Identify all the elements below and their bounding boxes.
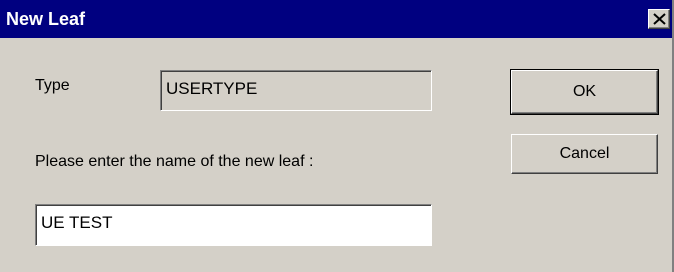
leaf-name-input[interactable]: UE TEST (35, 204, 432, 246)
type-field: USERTYPE (160, 70, 432, 111)
ok-button-label: OK (572, 83, 597, 100)
close-button[interactable] (648, 9, 670, 29)
ok-button[interactable]: OK (510, 69, 659, 115)
close-icon (653, 13, 666, 25)
dialog-title: New Leaf (6, 9, 86, 29)
cancel-button-label: Cancel (559, 145, 610, 162)
leaf-name-value: UE TEST (41, 213, 113, 232)
type-label: Type (35, 77, 70, 94)
type-value: USERTYPE (166, 79, 258, 98)
cancel-button[interactable]: Cancel (511, 134, 658, 174)
name-prompt-label: Please enter the name of the new leaf : (35, 153, 314, 170)
new-leaf-dialog: New Leaf Type USERTYPE Please enter the … (0, 0, 674, 272)
title-bar[interactable]: New Leaf (0, 0, 674, 38)
